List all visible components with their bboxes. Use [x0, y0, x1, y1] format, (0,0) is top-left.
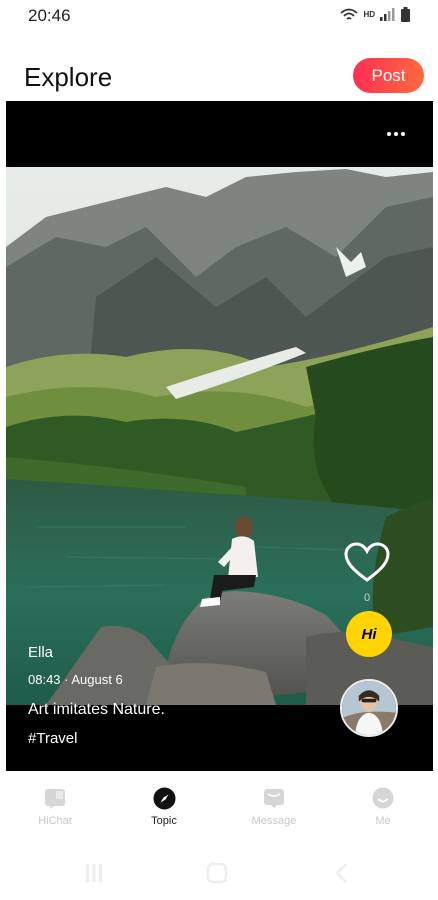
- tab-topic[interactable]: Topic: [124, 778, 204, 838]
- chat-icon: [43, 786, 67, 810]
- post-button[interactable]: Post: [353, 58, 424, 93]
- hi-button[interactable]: Hi: [346, 611, 392, 657]
- author-name[interactable]: Ella: [28, 644, 53, 661]
- hd-indicator: HD: [363, 10, 375, 19]
- status-bar: 20:46 HD: [0, 0, 438, 32]
- hi-label: Hi: [361, 625, 377, 643]
- bottom-tab-bar: HiChat Topic Message Me: [0, 778, 438, 838]
- home-icon[interactable]: [206, 862, 228, 884]
- smile-icon: [371, 786, 395, 810]
- tab-hichat[interactable]: HiChat: [15, 778, 95, 838]
- card-topbar: [6, 101, 433, 167]
- tab-label: Topic: [151, 815, 177, 827]
- post-time: 08:43 · August 6: [28, 672, 123, 687]
- signal-icon: [380, 8, 395, 21]
- heart-icon[interactable]: [344, 542, 390, 584]
- status-time: 20:46: [28, 6, 71, 25]
- tab-label: Message: [251, 815, 297, 827]
- post-tag[interactable]: #Travel: [28, 730, 77, 747]
- post-caption: Art imitates Nature.: [28, 701, 165, 718]
- post-card[interactable]: 0 Hi Ella 08:43 · August 6 Art imitates …: [6, 101, 433, 771]
- tab-label: Me: [375, 815, 391, 827]
- back-icon[interactable]: [334, 862, 348, 884]
- more-options-icon[interactable]: [387, 127, 407, 141]
- page-title: Explore: [24, 62, 113, 92]
- like-count: 0: [363, 592, 371, 604]
- status-icons: HD: [340, 7, 410, 22]
- system-nav-bar: [0, 850, 438, 894]
- header: Explore Post: [0, 56, 438, 102]
- compass-icon: [152, 786, 176, 810]
- tab-me[interactable]: Me: [343, 778, 423, 838]
- battery-icon: [401, 7, 410, 22]
- tab-label: HiChat: [38, 815, 72, 827]
- avatar[interactable]: [340, 679, 398, 737]
- recent-apps-icon[interactable]: [84, 862, 104, 884]
- tab-message[interactable]: Message: [234, 778, 314, 838]
- message-icon: [262, 786, 286, 810]
- wifi-icon: [340, 8, 359, 20]
